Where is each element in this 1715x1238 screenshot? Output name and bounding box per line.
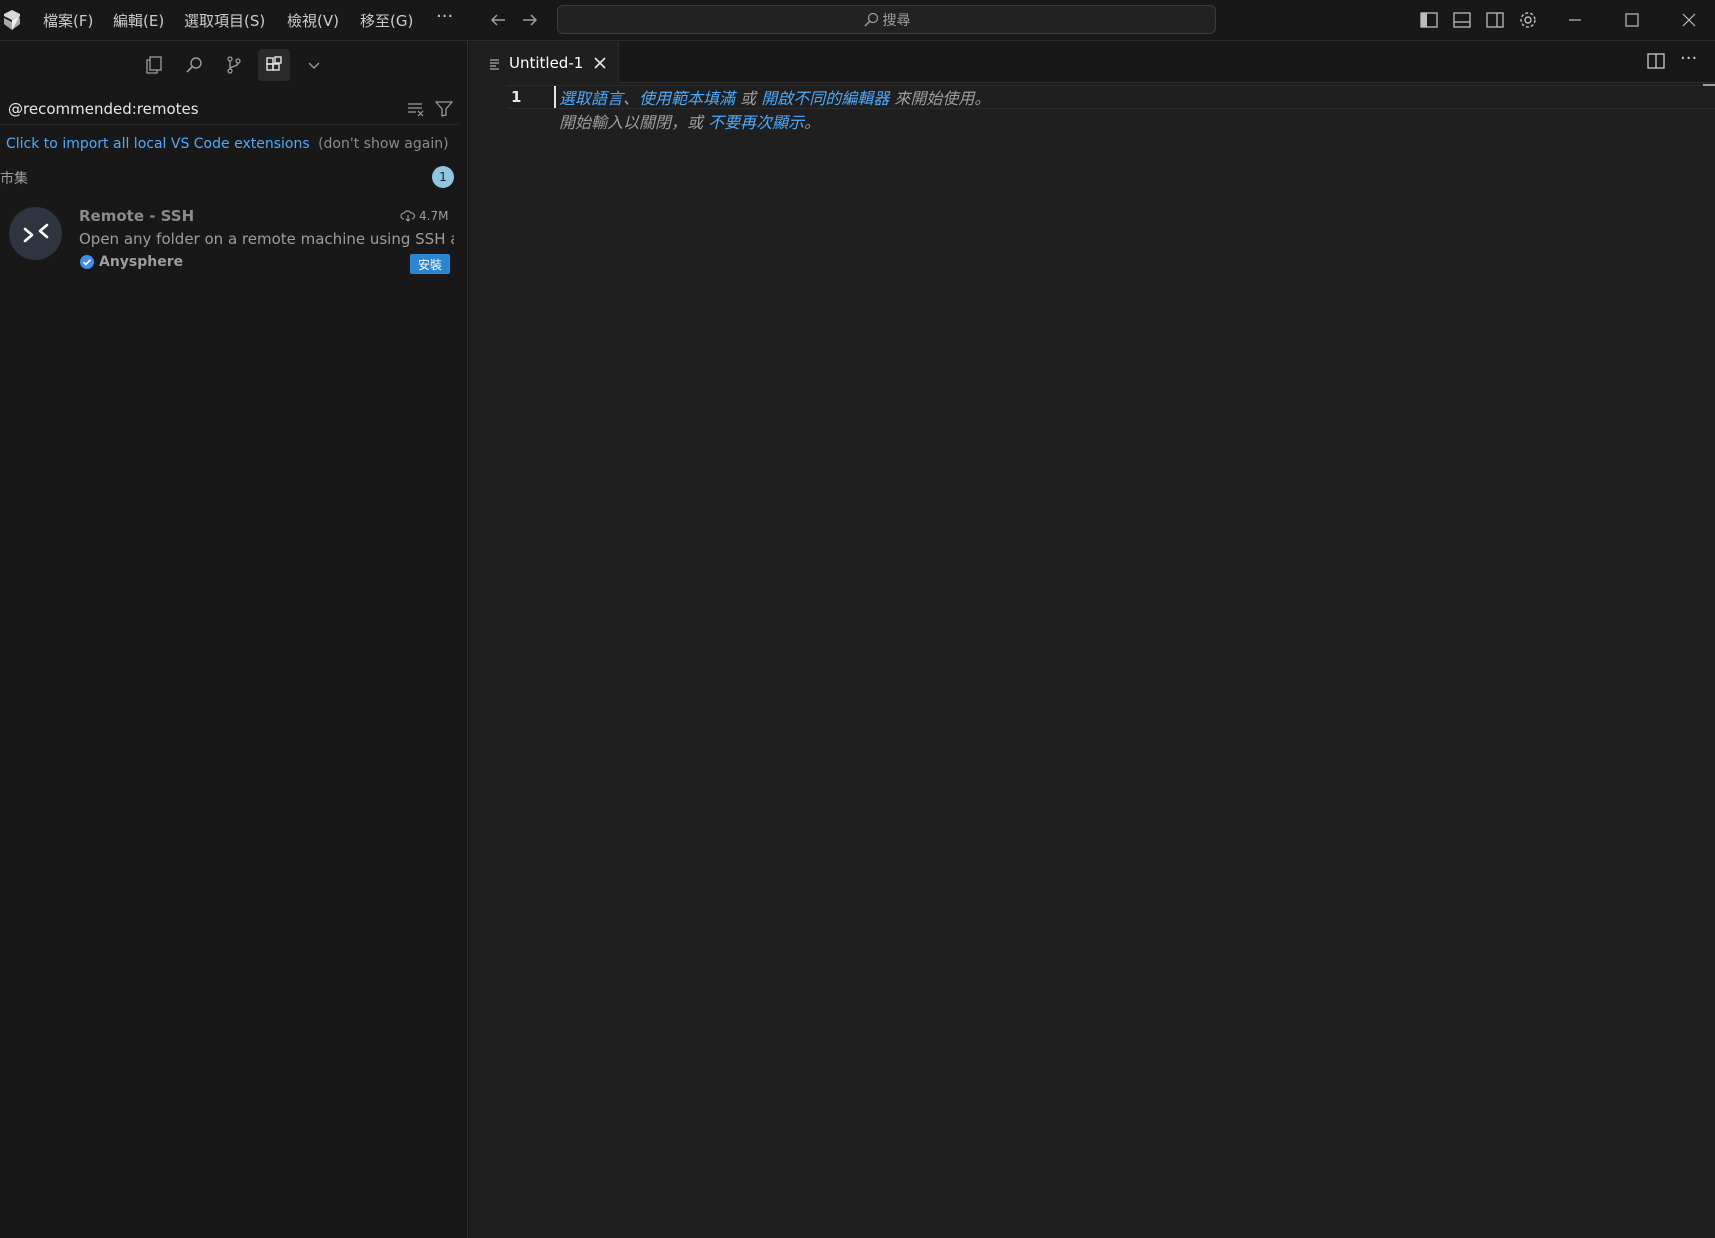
install-button[interactable]: 安裝 <box>410 254 450 274</box>
text-cursor <box>554 86 556 108</box>
section-title: 市集 <box>0 171 28 187</box>
hint-or: 或 <box>735 89 762 108</box>
text-file-icon <box>489 55 501 74</box>
menu-edit[interactable]: 編輯(E) <box>113 10 164 31</box>
close-window-icon[interactable] <box>1677 8 1701 32</box>
dont-show-again-link[interactable]: (don't show again) <box>318 136 448 152</box>
forward-arrow-icon[interactable] <box>518 8 542 32</box>
dont-show-again-hint-link[interactable]: 不要再次顯示 <box>708 113 804 132</box>
back-arrow-icon[interactable] <box>486 8 510 32</box>
filter-icon[interactable] <box>434 101 454 121</box>
import-notice: Click to import all local VS Code extens… <box>6 136 449 152</box>
clear-results-icon[interactable] <box>407 101 425 121</box>
tab-label: Untitled-1 <box>509 54 584 72</box>
editor-hint-line-1: 選取語言、使用範本填滿 或 開啟不同的編輯器 來開始使用。 <box>559 85 990 109</box>
scrollbar-marker <box>1703 84 1715 86</box>
settings-gear-icon[interactable] <box>1516 8 1540 32</box>
search-icon <box>863 12 879 28</box>
menu-file[interactable]: 檔案(F) <box>43 10 93 31</box>
toggle-secondary-sidebar-icon[interactable] <box>1483 8 1507 32</box>
editor-area: Untitled-1 ··· 1 選取語言、使用範本填滿 或 開啟不同的編輯器 … <box>469 41 1715 1238</box>
extensions-search-value: @recommended:remotes <box>8 100 199 118</box>
explorer-icon[interactable] <box>138 49 170 81</box>
marketplace-section-header[interactable]: 市集 1 <box>0 164 459 190</box>
tab-untitled-1[interactable]: Untitled-1 <box>469 41 619 83</box>
download-count-value: 4.7M <box>419 209 449 223</box>
remote-ssh-icon <box>9 207 62 260</box>
hint-get-started: 來開始使用。 <box>889 89 991 108</box>
download-count: 4.7M <box>400 209 448 223</box>
extensions-icon[interactable] <box>258 49 290 81</box>
editor-hint-line-2: 開始輸入以關閉，或 不要再次顯示。 <box>559 109 820 133</box>
app-logo-icon <box>0 8 24 32</box>
sidebar: @recommended:remotes Click to import all… <box>0 41 468 1238</box>
menu-more-button[interactable]: ··· <box>436 6 453 27</box>
extension-name: Remote - SSH <box>79 207 195 225</box>
open-different-editor-link[interactable]: 開啟不同的編輯器 <box>761 89 889 108</box>
publisher-name: Anysphere <box>99 254 184 270</box>
section-count-badge: 1 <box>432 166 454 188</box>
title-bar: 檔案(F) 編輯(E) 選取項目(S) 檢視(V) 移至(G) ··· 搜尋 <box>0 0 1715 41</box>
more-actions-icon[interactable]: ··· <box>1680 48 1697 69</box>
source-control-icon[interactable] <box>218 49 250 81</box>
toggle-panel-icon[interactable] <box>1450 8 1474 32</box>
chevron-down-icon[interactable] <box>298 49 330 81</box>
menu-selection[interactable]: 選取項目(S) <box>184 10 265 31</box>
extensions-search-input[interactable]: @recommended:remotes <box>0 93 459 125</box>
publisher: Anysphere <box>79 254 183 270</box>
cloud-download-icon <box>400 210 416 222</box>
toggle-primary-sidebar-icon[interactable] <box>1417 8 1441 32</box>
verified-publisher-icon <box>79 254 95 270</box>
extension-list-item[interactable]: Remote - SSH 4.7M Open any folder on a r… <box>0 201 459 274</box>
menu-view[interactable]: 檢視(V) <box>287 10 339 31</box>
split-editor-icon[interactable] <box>1647 53 1665 73</box>
search-label: 搜尋 <box>882 12 911 29</box>
tab-bar: Untitled-1 ··· <box>469 41 1715 83</box>
select-language-link[interactable]: 選取語言 <box>559 89 623 108</box>
hint-dismiss-text: 開始輸入以關閉，或 <box>559 113 709 132</box>
extension-description: Open any folder on a remote machine usin… <box>79 230 454 248</box>
import-extensions-link[interactable]: Click to import all local VS Code extens… <box>6 136 310 152</box>
search-view-icon[interactable] <box>178 49 210 81</box>
maximize-window-icon[interactable] <box>1620 8 1644 32</box>
hint-separator: 、 <box>623 89 640 108</box>
menu-go[interactable]: 移至(G) <box>360 10 413 31</box>
fill-template-link[interactable]: 使用範本填滿 <box>639 89 735 108</box>
hint-period: 。 <box>804 113 821 132</box>
close-tab-icon[interactable] <box>592 55 608 75</box>
minimize-window-icon[interactable] <box>1563 8 1587 32</box>
command-center-search[interactable]: 搜尋 <box>557 5 1216 34</box>
